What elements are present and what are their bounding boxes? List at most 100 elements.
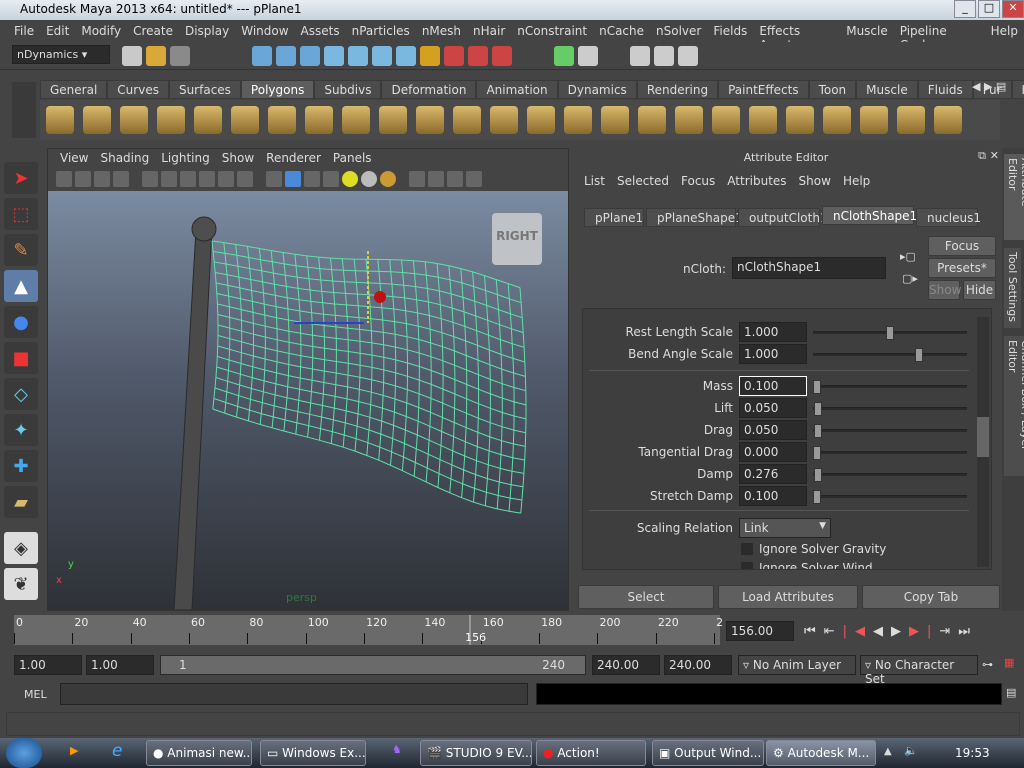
scaling-relation-dropdown[interactable]: Link ▼: [739, 518, 831, 538]
shelf-plane-icon[interactable]: [194, 106, 222, 134]
damp-slider[interactable]: [813, 468, 967, 482]
perspective-viewport[interactable]: View Shading Lighting Show Renderer Panels RI…: [47, 148, 569, 611]
input-connection-icon[interactable]: ▸▢: [900, 250, 916, 263]
shelf-tab-animation[interactable]: Animation: [476, 80, 558, 99]
lift-field[interactable]: 0.050: [739, 398, 807, 418]
bend-angle-scale-slider-handle[interactable]: [915, 348, 924, 362]
shelf-helix-icon[interactable]: [379, 106, 407, 134]
menu-effects-assets[interactable]: Effects Assets: [753, 21, 840, 52]
menu-display[interactable]: Display: [179, 21, 235, 42]
bend-angle-scale-field[interactable]: 1.000: [739, 344, 807, 364]
drag-slider[interactable]: [813, 424, 967, 438]
damp-field[interactable]: 0.276: [739, 464, 807, 484]
menu-nhair[interactable]: nHair: [467, 21, 511, 42]
flag-pole[interactable]: [173, 228, 213, 611]
shelf-sphere-icon[interactable]: [46, 106, 74, 134]
ae-menu-list[interactable]: List: [578, 170, 611, 192]
viewport-menu-show[interactable]: Show: [216, 149, 260, 168]
menu-file[interactable]: File: [8, 21, 40, 42]
menu-nsolver[interactable]: nSolver: [650, 21, 707, 42]
shelf-tab-subdivs[interactable]: Subdivs: [314, 80, 382, 99]
media-player-icon[interactable]: ▶: [70, 744, 78, 757]
tangential-drag-field[interactable]: 0.000: [739, 442, 807, 462]
current-time-field[interactable]: 156.00: [726, 621, 794, 641]
tangential-drag-slider-handle[interactable]: [813, 446, 821, 460]
ae-menu-selected[interactable]: Selected: [611, 170, 675, 192]
open-scene-icon[interactable]: [146, 46, 166, 66]
render-view-icon[interactable]: [578, 46, 598, 66]
minimize-button[interactable]: _: [954, 0, 976, 18]
step-back-key-icon[interactable]: ⇤: [824, 624, 843, 639]
shelf-mirror-icon[interactable]: [712, 106, 740, 134]
menu-edit[interactable]: Edit: [40, 21, 75, 42]
ignore-solver-wind-checkbox[interactable]: [741, 562, 753, 569]
textured-icon[interactable]: [199, 171, 215, 187]
node-name-field[interactable]: nClothShape1: [732, 257, 886, 279]
scale-tool-icon[interactable]: ■: [4, 342, 38, 374]
tray-expand-icon[interactable]: ▲: [884, 746, 892, 757]
menu-create[interactable]: Create: [127, 21, 179, 42]
shelf-tab-rendering[interactable]: Rendering: [636, 80, 719, 99]
manipulator-handle[interactable]: [374, 291, 386, 303]
isolate-icon[interactable]: [285, 171, 301, 187]
shelf-tab-surfaces[interactable]: Surfaces: [168, 80, 241, 99]
maximize-button[interactable]: □: [978, 0, 1000, 18]
mass-slider-handle[interactable]: [813, 380, 821, 394]
select-camera-icon[interactable]: [409, 171, 425, 187]
shelf-tab-curves[interactable]: Curves: [107, 80, 169, 99]
ae-menu-attributes[interactable]: Attributes: [721, 170, 792, 192]
rotate-tool-icon[interactable]: ●: [4, 306, 38, 338]
taskbar-item-chrome[interactable]: ● Animasi new...: [146, 740, 252, 766]
rest-length-scale-slider-handle[interactable]: [886, 326, 894, 340]
show-tool-settings-icon[interactable]: [654, 46, 674, 66]
presets-button[interactable]: Presets*: [928, 258, 996, 278]
shelf-cone-icon[interactable]: [157, 106, 185, 134]
shelf-tab-general[interactable]: General: [40, 80, 108, 99]
shelf-pipe-icon[interactable]: [342, 106, 370, 134]
lift-slider[interactable]: [813, 402, 967, 416]
viewport-menu-view[interactable]: View: [54, 149, 94, 168]
shelf-cube-icon[interactable]: [83, 106, 111, 134]
tab-pplaneshape1[interactable]: pPlaneShape1: [646, 208, 743, 227]
play-forward-icon[interactable]: ▶: [891, 624, 909, 639]
animation-end-field[interactable]: 240.00: [664, 655, 732, 675]
taskbar-item-explorer[interactable]: ▭ Windows Ex...: [260, 740, 366, 766]
shelf-smooth-icon[interactable]: [601, 106, 629, 134]
viewport-menu-renderer[interactable]: Renderer: [260, 149, 327, 168]
tab-attribute-editor[interactable]: Attribute Editor: [1004, 154, 1024, 240]
viewport-canvas[interactable]: RIGHT persp y x: [48, 191, 568, 611]
focus-button[interactable]: Focus: [928, 236, 996, 256]
tab-nclothshape1[interactable]: nClothShape1: [822, 206, 917, 225]
animation-start-field[interactable]: 1.00: [14, 655, 82, 675]
menu-ncache[interactable]: nCache: [593, 21, 650, 42]
rest-length-scale-slider[interactable]: [813, 326, 967, 340]
wireframe-on-shaded-icon[interactable]: [304, 171, 320, 187]
play-backward-icon[interactable]: ◀: [873, 624, 891, 639]
stretch-damp-slider[interactable]: [813, 490, 967, 504]
menu-nmesh[interactable]: nMesh: [416, 21, 467, 42]
shelf-tab-muscle[interactable]: Muscle: [856, 80, 918, 99]
shelf-torus-icon[interactable]: [231, 106, 259, 134]
move-tool-icon[interactable]: ▲: [4, 270, 38, 302]
close-button[interactable]: ✕: [1002, 0, 1024, 18]
magnet-point-icon[interactable]: [492, 46, 512, 66]
ae-menu-help[interactable]: Help: [837, 170, 876, 192]
mel-label[interactable]: MEL: [24, 688, 47, 701]
tab-pplane1[interactable]: pPlane1: [584, 208, 644, 227]
select-by-component-icon[interactable]: [300, 46, 320, 66]
xray-icon[interactable]: [266, 171, 282, 187]
snap-grid-icon[interactable]: [324, 46, 344, 66]
magnet-curve-icon[interactable]: [468, 46, 488, 66]
step-forward-frame-icon[interactable]: ▶|: [909, 624, 939, 639]
menu-nconstraint[interactable]: nConstraint: [511, 21, 593, 42]
damp-slider-handle[interactable]: [814, 468, 823, 482]
shelf-separate-icon[interactable]: [527, 106, 555, 134]
tab-tool-settings[interactable]: Tool Settings: [1004, 248, 1021, 328]
attribute-scrollbar[interactable]: [977, 317, 989, 567]
menu-fields[interactable]: Fields: [707, 21, 753, 42]
menu-set-dropdown[interactable]: nDynamics ▾: [12, 45, 110, 64]
shelf-split-icon[interactable]: [860, 106, 888, 134]
snap-plane-icon[interactable]: [396, 46, 416, 66]
resolution-gate-icon[interactable]: [113, 171, 129, 187]
shelf-options-icon[interactable]: [12, 82, 36, 138]
